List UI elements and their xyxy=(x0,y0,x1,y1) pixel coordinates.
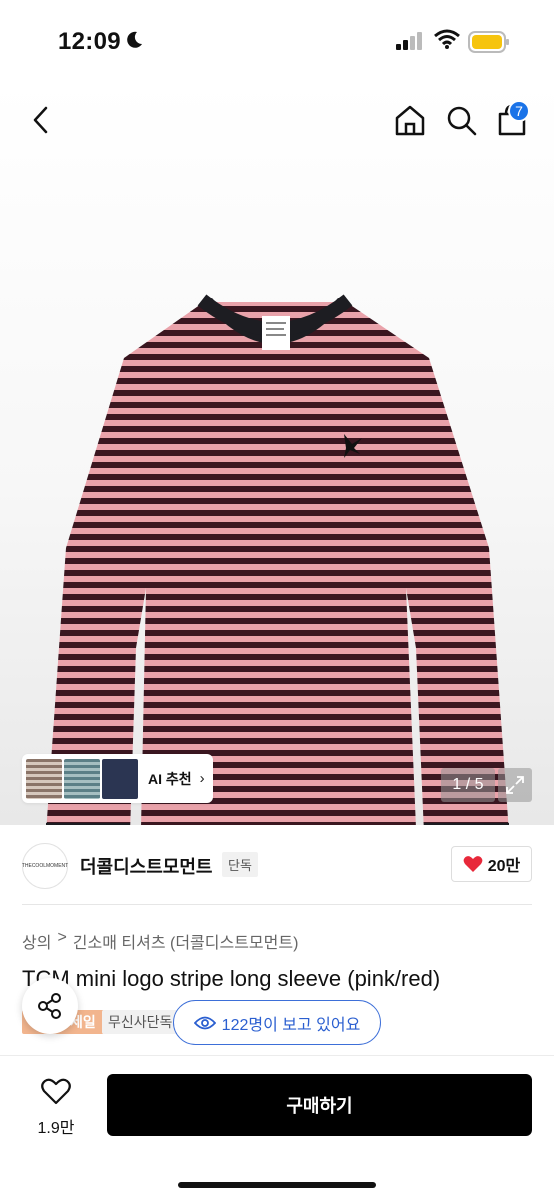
expand-image-button[interactable] xyxy=(498,768,532,802)
status-time: 12:09 xyxy=(58,28,121,55)
divider xyxy=(22,904,532,905)
moon-icon xyxy=(127,31,142,48)
ai-recommendation-label: AI 추천 xyxy=(148,770,192,787)
brand-name[interactable]: 더콜디스트모먼트 xyxy=(80,853,212,879)
home-button[interactable] xyxy=(392,100,428,140)
search-button[interactable] xyxy=(444,100,480,140)
wishlist-count: 1.9만 xyxy=(37,1120,75,1137)
breadcrumb-subcategory[interactable]: 긴소매 티셔츠 (더콜디스트모먼트) xyxy=(73,929,299,953)
bottom-action-bar: 1.9만 구매하기 xyxy=(0,1055,554,1200)
thumbnail-teal-stripe xyxy=(64,758,100,799)
share-icon xyxy=(38,993,61,1019)
wishlist-button[interactable]: 1.9만 xyxy=(26,1078,86,1138)
thumbnail-brown-stripe xyxy=(26,758,62,799)
brand-row: THECOOLMOMENT 더콜디스트모먼트 단독 20만 xyxy=(0,825,554,905)
exclusive-badge: 단독 xyxy=(222,852,258,877)
breadcrumb: 상의 > 긴소매 티셔츠 (더콜디스트모먼트) xyxy=(22,929,298,953)
cellular-signal-icon xyxy=(396,32,422,50)
product-image-gallery[interactable] xyxy=(0,80,554,825)
heart-icon xyxy=(463,856,483,872)
breadcrumb-category[interactable]: 상의 xyxy=(22,929,51,953)
breadcrumb-separator: > xyxy=(57,929,67,946)
home-icon xyxy=(395,105,425,136)
image-pager: 1 / 5 xyxy=(441,768,495,802)
brand-like-count: 20만 xyxy=(487,858,521,875)
viewers-text: 122명이 보고 있어요 xyxy=(221,1016,361,1034)
battery-icon xyxy=(468,31,509,53)
back-button[interactable] xyxy=(22,100,58,140)
brand-logo[interactable]: THECOOLMOMENT xyxy=(22,843,68,889)
cart-count-badge: 7 xyxy=(508,100,530,122)
status-bar: 12:09 xyxy=(0,0,554,80)
product-title: TCM mini logo stripe long sleeve (pink/r… xyxy=(22,966,441,991)
heart-outline-icon xyxy=(41,1078,71,1105)
wifi-icon xyxy=(434,29,460,49)
brand-logo-text: THECOOLMOMENT xyxy=(21,863,69,869)
eye-icon xyxy=(193,1016,216,1029)
buy-button[interactable]: 구매하기 xyxy=(107,1074,532,1136)
ai-recommendation-button[interactable]: AI 추천 › xyxy=(22,754,213,803)
share-button[interactable] xyxy=(22,978,78,1034)
brand-like-button[interactable]: 20만 xyxy=(451,846,532,882)
thumbnail-navy xyxy=(102,758,138,799)
musinsa-exclusive-badge: 무신사단독 xyxy=(102,1010,179,1034)
expand-icon xyxy=(506,776,524,794)
home-indicator xyxy=(178,1182,376,1188)
chevron-left-icon xyxy=(33,106,48,134)
chevron-right-icon: › xyxy=(199,770,205,787)
product-image xyxy=(46,294,509,825)
viewers-pill: 122명이 보고 있어요 xyxy=(173,1000,381,1045)
search-icon xyxy=(447,106,477,136)
